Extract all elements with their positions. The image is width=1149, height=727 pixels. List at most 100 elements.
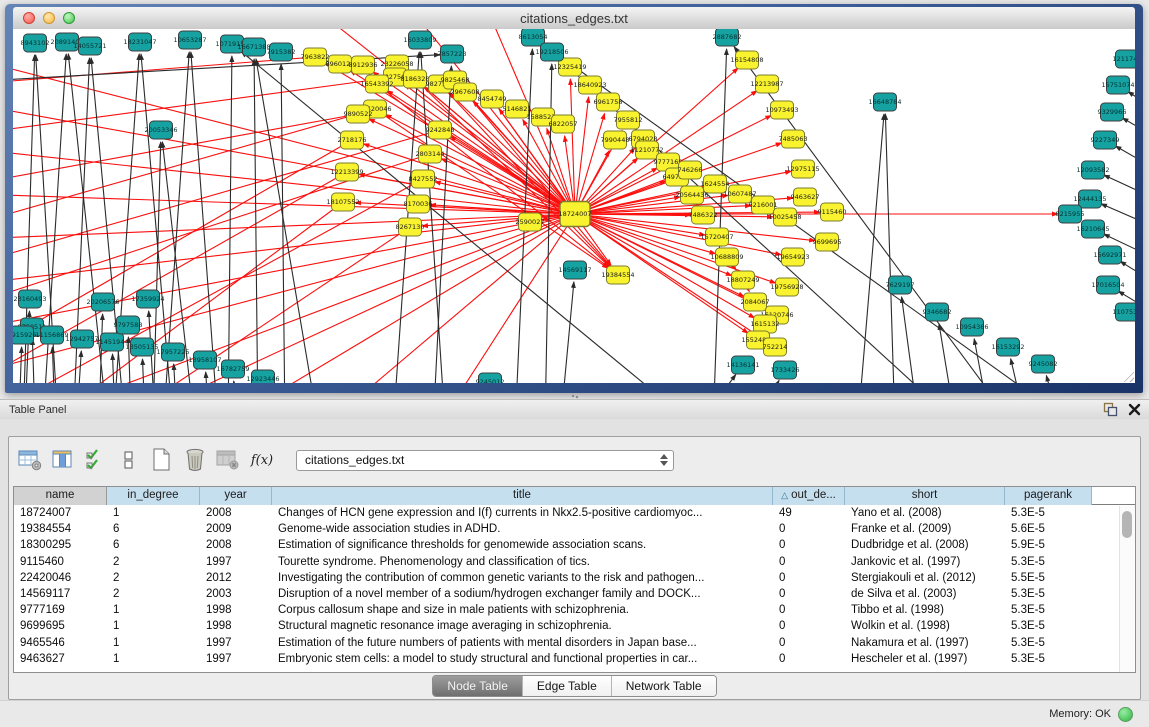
graph-node[interactable]: 8943102 [21,34,50,52]
graph-node[interactable]: 8215955 [1056,205,1085,223]
graph-node[interactable]: 23160493 [13,290,46,308]
function-builder-button[interactable]: f(x) [247,447,277,473]
graph-node[interactable]: 1107531 [1113,303,1135,321]
tab-edge-table[interactable]: Edge Table [523,676,612,696]
graph-node[interactable]: 7955812 [614,111,643,129]
tab-node-table[interactable]: Node Table [433,676,523,696]
graph-node[interactable]: 14569117 [558,261,591,279]
graph-node[interactable]: 10954366 [955,318,988,336]
table-row[interactable]: 946554611997Estimation of the future num… [14,635,1135,651]
graph-node[interactable]: 14055721 [73,37,106,55]
graph-node[interactable]: 8170036 [404,195,433,213]
graph-node[interactable]: 9227349 [1091,131,1120,149]
graph-node[interactable]: 9329966 [1098,103,1127,121]
graph-node[interactable]: 12975115 [786,160,819,178]
table-row[interactable]: 977716911998Corpus callosum shape and si… [14,602,1135,618]
graph-node[interactable]: 2590027 [516,213,545,231]
graph-node[interactable]: 8912936 [349,56,378,74]
graph-node[interactable]: 10025458 [768,208,801,226]
table-row[interactable]: 1830029562008Estimation of significance … [14,537,1135,553]
graph-node[interactable]: 7990448 [601,131,630,149]
graph-node[interactable]: 1615132 [751,315,780,333]
scrollbar-thumb[interactable] [1122,511,1132,538]
graph-node[interactable]: 16153292 [991,338,1024,356]
graph-node[interactable]: 17016504 [1091,276,1124,294]
graph-node[interactable]: 9346682 [923,303,952,321]
graph-node[interactable]: 3915926 [13,326,36,344]
close-panel-button[interactable] [1128,403,1141,416]
graph-node[interactable]: 17359924 [131,290,164,308]
graph-node[interactable]: 1733426 [771,361,800,379]
graph-node[interactable]: 19384554 [601,266,634,284]
graph-node[interactable]: 8267130 [396,218,425,236]
new-column-button[interactable] [148,447,176,473]
delete-column-button[interactable] [181,447,209,473]
graph-node[interactable]: 17957225 [156,343,189,361]
graph-node[interactable]: 16033809 [403,31,436,49]
network-table-selector[interactable]: citations_edges.txt [296,450,674,471]
graph-node[interactable]: 11156869 [35,326,68,344]
graph-node[interactable]: 12942757 [65,330,98,348]
graph-node[interactable]: 18231047 [123,33,156,51]
clear-selection-button[interactable] [115,447,143,473]
graph-node[interactable]: 19756928 [770,278,803,296]
graph-node[interactable]: 746266 [678,161,703,179]
column-header-name[interactable]: name [14,487,107,505]
graph-node[interactable]: 15751074 [1101,76,1134,94]
graph-node[interactable]: 9699695 [813,233,842,251]
graph-node[interactable]: 16782759 [216,360,249,378]
delete-table-button[interactable] [214,447,242,473]
graph-node[interactable]: 12923446 [246,370,279,383]
table-row[interactable]: 911546021997Tourette syndrome. Phenomeno… [14,554,1135,570]
graph-node[interactable]: 19654923 [776,248,809,266]
graph-node[interactable]: 18807249 [726,271,759,289]
network-canvas-svg[interactable]: 1872400779638228960128891293623226058982… [13,29,1135,383]
column-header-pagerank[interactable]: pagerank [1005,487,1092,505]
graph-node[interactable]: 8427552 [409,170,438,188]
graph-node[interactable]: 9242848 [426,121,455,139]
graph-node[interactable]: 7485063 [779,130,808,148]
graph-hub-node[interactable]: 18724007 [558,202,591,227]
graph-node[interactable]: 13505135 [125,338,158,356]
graph-node[interactable]: 2887682 [713,29,742,46]
table-mode-button[interactable] [16,447,44,473]
graph-node[interactable]: 16210645 [1076,220,1109,238]
graph-node[interactable]: 16154808 [730,51,763,69]
graph-node[interactable]: 9463627 [791,188,820,206]
graph-node[interactable]: 10973493 [765,101,798,119]
graph-node[interactable]: 15720407 [700,228,733,246]
graph-node[interactable]: 2084067 [741,293,770,311]
graph-node[interactable]: 20053346 [144,121,177,139]
graph-node[interactable]: 10653287 [173,31,206,49]
zoom-button[interactable] [63,12,75,24]
graph-node[interactable]: 20206576 [86,293,119,311]
graph-node[interactable]: 11451944 [95,333,128,351]
column-header-year[interactable]: year [200,487,272,505]
graph-node[interactable]: 16648784 [868,93,901,111]
graph-node[interactable]: 2718176 [338,131,367,149]
graph-node[interactable]: 7915382 [267,43,296,61]
vertical-scrollbar[interactable] [1119,506,1135,672]
graph-node[interactable]: 2803144 [416,145,445,163]
table-row[interactable]: 1872400712008Changes of HCN gene express… [14,505,1135,521]
column-header-out-de-[interactable]: △out_de... [773,487,845,505]
select-all-button[interactable] [82,447,110,473]
graph-node[interactable]: 20564436 [675,186,708,204]
graph-node[interactable]: 14136141 [726,356,759,374]
network-canvas[interactable]: 1872400779638228960128891293623226058982… [13,29,1135,383]
network-window-titlebar[interactable]: citations_edges.txt [13,7,1135,30]
graph-node[interactable]: 19218506 [535,43,568,61]
column-visibility-button[interactable] [49,447,77,473]
minimize-button[interactable] [43,12,55,24]
column-header-title[interactable]: title [272,487,773,505]
graph-node[interactable]: 1211742 [1113,50,1135,68]
graph-node[interactable]: 9115460 [818,203,847,221]
graph-node[interactable]: 6822057 [549,115,578,133]
table-row[interactable]: 946362711997Embryonic stem cells: a mode… [14,651,1135,667]
close-button[interactable] [23,12,35,24]
float-window-button[interactable] [1103,402,1118,417]
graph-node[interactable]: 752214 [763,338,788,356]
column-header-in-degree[interactable]: in_degree [107,487,200,505]
table-row[interactable]: 969969511998Structural magnetic resonanc… [14,618,1135,634]
graph-node[interactable]: 15692971 [1093,246,1126,264]
